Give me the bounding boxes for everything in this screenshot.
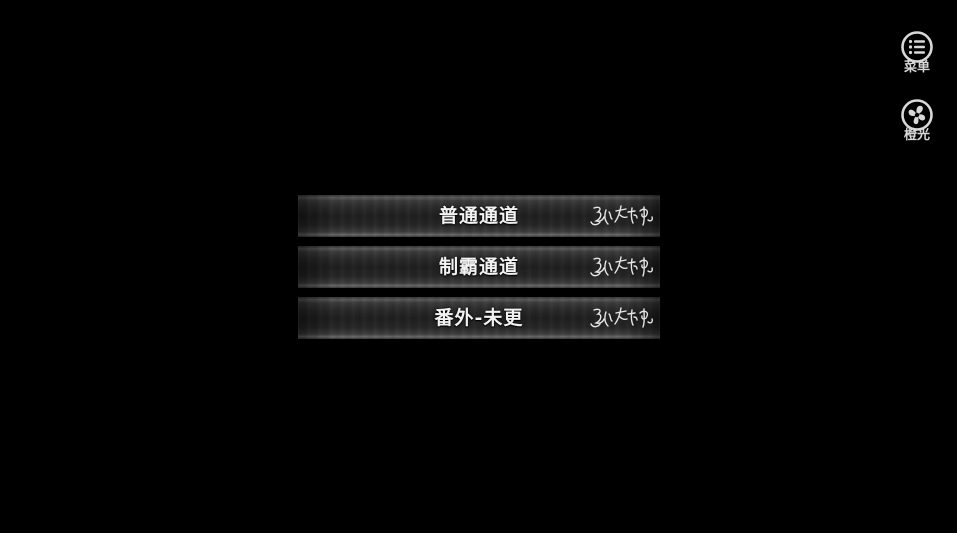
- signature-decoration: [588, 302, 656, 334]
- signature-decoration: [588, 200, 656, 232]
- menu-button[interactable]: 菜单: [893, 30, 941, 86]
- game-screen: 菜单 橙光 普通通道 制霸通道 番外-未更: [0, 0, 957, 533]
- orange-light-button[interactable]: 橙光: [893, 98, 941, 154]
- extra-chapter-button[interactable]: 番外-未更: [298, 297, 660, 339]
- dominate-channel-button[interactable]: 制霸通道: [298, 246, 660, 288]
- orange-light-logo-icon: [900, 98, 934, 132]
- signature-decoration: [588, 251, 656, 283]
- menu-button-label: 菜单: [903, 60, 930, 75]
- normal-channel-button[interactable]: 普通通道: [298, 195, 660, 237]
- main-menu: 普通通道 制霸通道 番外-未更: [298, 195, 660, 348]
- list-icon: [900, 30, 934, 64]
- orange-light-button-label: 橙光: [903, 128, 930, 143]
